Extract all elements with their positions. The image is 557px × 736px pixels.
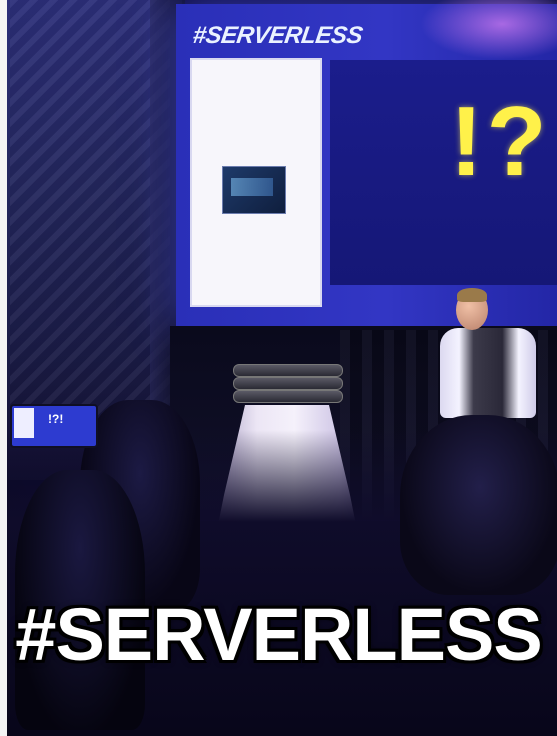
meme-caption: #SERVERLESS (15, 593, 542, 676)
speaker (440, 288, 536, 430)
speaker-vest (440, 328, 536, 418)
wall-texture (10, 0, 170, 430)
photo-scene: #SERVERLESS !? !?! #SERVERLESS (0, 0, 557, 736)
slide-thumbnail-image (231, 178, 273, 196)
phone-screen-card (14, 408, 34, 438)
audience-head-right (400, 415, 557, 595)
slide-title: #SERVERLESS (191, 22, 365, 49)
stack-item (233, 390, 343, 403)
stack-item (233, 364, 343, 377)
stack-item (233, 377, 343, 390)
speaker-hair (457, 288, 487, 302)
projection-glow (420, 0, 557, 60)
phone-screen-text: !?! (48, 412, 64, 426)
object-stack-on-table (233, 364, 343, 408)
slide-punctuation: !? (450, 86, 551, 196)
